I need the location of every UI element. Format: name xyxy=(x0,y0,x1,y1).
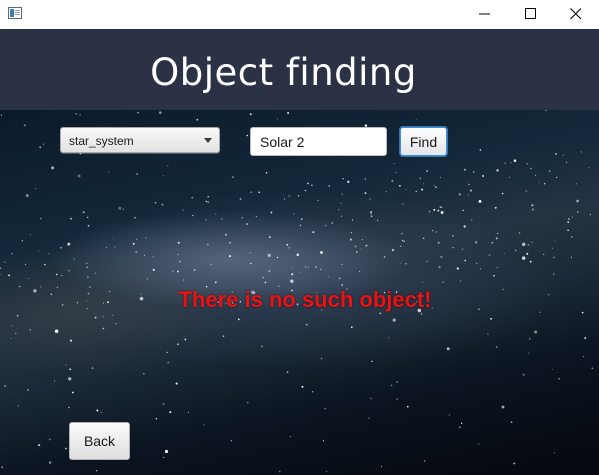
header-banner: Object finding xyxy=(0,29,599,110)
app-window-icon xyxy=(8,7,22,19)
chevron-down-icon xyxy=(204,138,212,143)
minimize-button[interactable] xyxy=(462,0,508,29)
page-title: Object finding xyxy=(150,51,417,94)
minimize-icon xyxy=(479,13,490,15)
maximize-icon xyxy=(525,8,536,19)
maximize-button[interactable] xyxy=(508,0,554,29)
close-icon xyxy=(570,8,582,20)
back-button[interactable]: Back xyxy=(69,422,130,460)
find-button[interactable]: Find xyxy=(400,127,447,156)
object-type-selected-value: star_system xyxy=(69,134,134,148)
result-message: There is no such object! xyxy=(178,287,432,312)
object-type-select[interactable]: star_system xyxy=(60,127,220,153)
window-title-bar xyxy=(0,0,599,29)
object-name-input[interactable] xyxy=(250,127,387,156)
close-button[interactable] xyxy=(553,0,599,29)
